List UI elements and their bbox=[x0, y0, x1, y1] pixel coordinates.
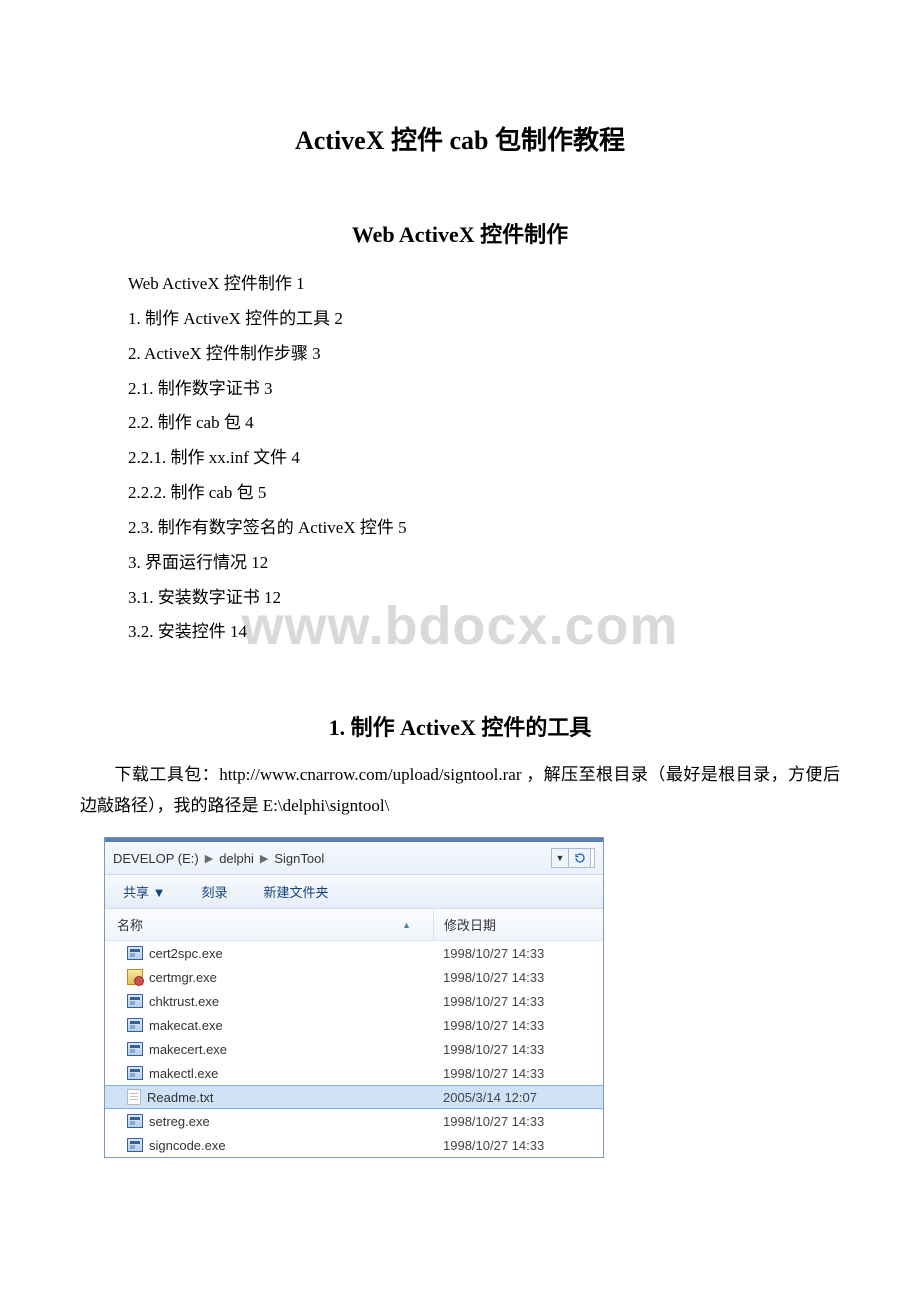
file-row[interactable]: certmgr.exe 1998/10/27 14:33 bbox=[105, 965, 603, 989]
file-row[interactable]: cert2spc.exe 1998/10/27 14:33 bbox=[105, 941, 603, 965]
breadcrumb-segment[interactable]: SignTool bbox=[274, 851, 324, 866]
breadcrumb-segment[interactable]: DEVELOP (E:) bbox=[113, 851, 199, 866]
file-list: cert2spc.exe 1998/10/27 14:33 certmgr.exe 1… bbox=[105, 941, 603, 1157]
toc-item: 2. ActiveX 控件制作步骤 3 bbox=[128, 337, 840, 372]
file-name-cell: certmgr.exe bbox=[105, 969, 433, 985]
file-name-cell: Readme.txt bbox=[105, 1089, 433, 1105]
toc-item: 2.2.1. 制作 xx.inf 文件 4 bbox=[128, 441, 840, 476]
search-input[interactable] bbox=[591, 848, 595, 868]
address-bar[interactable]: DEVELOP (E:) ▶ delphi ▶ SignTool ▼ bbox=[105, 838, 603, 874]
file-name-label: setreg.exe bbox=[149, 1114, 210, 1129]
application-icon bbox=[127, 1018, 143, 1032]
refresh-icon bbox=[574, 852, 586, 864]
file-date-label: 1998/10/27 14:33 bbox=[433, 1042, 603, 1057]
body-text: 下载工具包：http://www.cnarrow.com/upload/sign… bbox=[80, 765, 840, 815]
file-name-label: chktrust.exe bbox=[149, 994, 219, 1009]
toc-item: Web ActiveX 控件制作 1 bbox=[128, 267, 840, 302]
toc-item: 2.1. 制作数字证书 3 bbox=[128, 372, 840, 407]
file-date-label: 1998/10/27 14:33 bbox=[433, 1018, 603, 1033]
section-heading: 1. 制作 ActiveX 控件的工具 bbox=[80, 710, 840, 742]
file-name-cell: makecert.exe bbox=[105, 1042, 433, 1057]
address-dropdown-button[interactable]: ▼ bbox=[551, 848, 569, 868]
file-date-label: 1998/10/27 14:33 bbox=[433, 1066, 603, 1081]
file-name-cell: cert2spc.exe bbox=[105, 946, 433, 961]
file-name-label: Readme.txt bbox=[147, 1090, 213, 1105]
toc-item: 2.2.2. 制作 cab 包 5 bbox=[128, 476, 840, 511]
file-date-label: 1998/10/27 14:33 bbox=[433, 1138, 603, 1153]
toc-item: 2.2. 制作 cab 包 4 bbox=[128, 406, 840, 441]
file-name-label: makectl.exe bbox=[149, 1066, 218, 1081]
column-header-date[interactable]: 修改日期 bbox=[433, 909, 603, 940]
toc-item: 1. 制作 ActiveX 控件的工具 2 bbox=[128, 302, 840, 337]
explorer-toolbar: 共享 ▼ 刻录 新建文件夹 bbox=[105, 874, 603, 909]
file-name-cell: makecat.exe bbox=[105, 1018, 433, 1033]
file-date-label: 1998/10/27 14:33 bbox=[433, 970, 603, 985]
text-file-icon bbox=[127, 1089, 141, 1105]
toc-item: 3. 界面运行情况 12 bbox=[128, 546, 840, 581]
file-name-label: signcode.exe bbox=[149, 1138, 226, 1153]
file-row[interactable]: chktrust.exe 1998/10/27 14:33 bbox=[105, 989, 603, 1013]
file-row[interactable]: signcode.exe 1998/10/27 14:33 bbox=[105, 1133, 603, 1157]
refresh-button[interactable] bbox=[569, 848, 591, 868]
file-date-label: 1998/10/27 14:33 bbox=[433, 946, 603, 961]
sort-ascending-icon: ▲ bbox=[402, 920, 411, 930]
share-menu[interactable]: 共享 ▼ bbox=[123, 882, 165, 901]
file-date-label: 2005/3/14 12:07 bbox=[433, 1090, 603, 1105]
column-label: 名称 bbox=[117, 915, 143, 934]
file-name-cell: chktrust.exe bbox=[105, 994, 433, 1009]
file-name-label: makecert.exe bbox=[149, 1042, 227, 1057]
page-title: ActiveX 控件 cab 包制作教程 bbox=[80, 120, 840, 157]
file-name-label: certmgr.exe bbox=[149, 970, 217, 985]
toc-item: 3.2. 安装控件 14 bbox=[128, 615, 840, 650]
file-name-cell: makectl.exe bbox=[105, 1066, 433, 1081]
application-icon bbox=[127, 1066, 143, 1080]
file-date-label: 1998/10/27 14:33 bbox=[433, 1114, 603, 1129]
application-icon bbox=[127, 1138, 143, 1152]
file-row[interactable]: makectl.exe 1998/10/27 14:33 bbox=[105, 1061, 603, 1085]
certificate-icon bbox=[127, 969, 143, 985]
toc-item: 2.3. 制作有数字签名的 ActiveX 控件 5 bbox=[128, 511, 840, 546]
toc-item: 3.1. 安装数字证书 12 bbox=[128, 581, 840, 616]
file-explorer-window: DEVELOP (E:) ▶ delphi ▶ SignTool ▼ 共享 ▼ … bbox=[104, 837, 604, 1158]
application-icon bbox=[127, 1042, 143, 1056]
file-date-label: 1998/10/27 14:33 bbox=[433, 994, 603, 1009]
application-icon bbox=[127, 1114, 143, 1128]
file-row[interactable]: setreg.exe 1998/10/27 14:33 bbox=[105, 1109, 603, 1133]
application-icon bbox=[127, 994, 143, 1008]
file-name-cell: setreg.exe bbox=[105, 1114, 433, 1129]
section-body: 下载工具包：http://www.cnarrow.com/upload/sign… bbox=[80, 760, 840, 821]
burn-button[interactable]: 刻录 bbox=[201, 882, 227, 901]
file-row[interactable]: Readme.txt 2005/3/14 12:07 bbox=[105, 1085, 603, 1109]
table-of-contents: Web ActiveX 控件制作 1 1. 制作 ActiveX 控件的工具 2… bbox=[128, 267, 840, 650]
file-name-cell: signcode.exe bbox=[105, 1138, 433, 1153]
new-folder-button[interactable]: 新建文件夹 bbox=[264, 882, 329, 901]
breadcrumb-segment[interactable]: delphi bbox=[219, 851, 254, 866]
file-name-label: makecat.exe bbox=[149, 1018, 223, 1033]
chevron-right-icon: ▶ bbox=[260, 852, 268, 865]
chevron-right-icon: ▶ bbox=[205, 852, 213, 865]
column-headers: 名称 ▲ 修改日期 bbox=[105, 909, 603, 941]
page-subtitle: Web ActiveX 控件制作 bbox=[80, 217, 840, 249]
file-row[interactable]: makecert.exe 1998/10/27 14:33 bbox=[105, 1037, 603, 1061]
file-row[interactable]: makecat.exe 1998/10/27 14:33 bbox=[105, 1013, 603, 1037]
application-icon bbox=[127, 946, 143, 960]
file-name-label: cert2spc.exe bbox=[149, 946, 223, 961]
column-header-name[interactable]: 名称 ▲ bbox=[105, 909, 433, 940]
